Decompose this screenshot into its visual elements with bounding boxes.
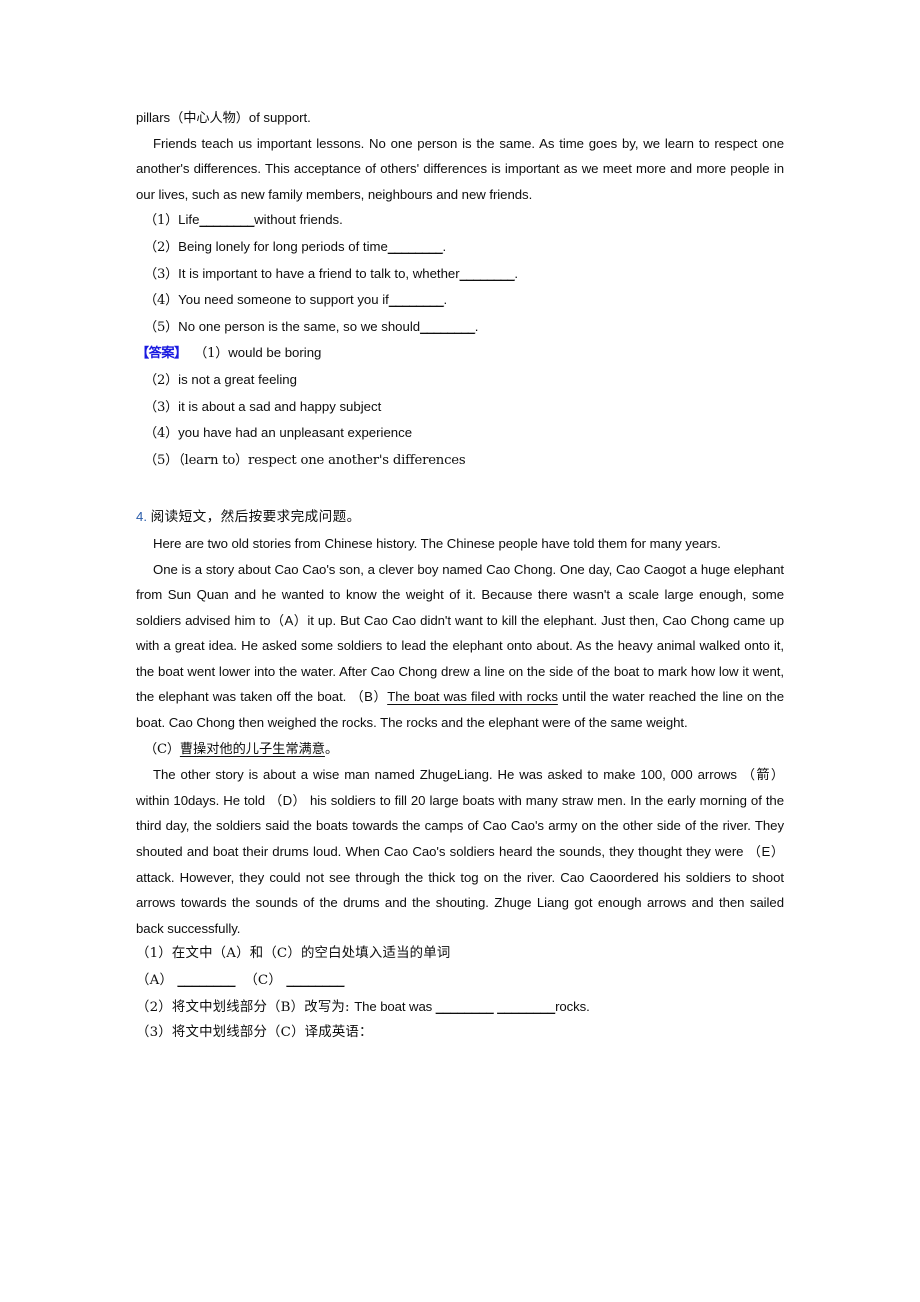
answers-top-block: 【答案】 （1）would be boring （2）is not a grea… [136, 340, 784, 473]
answer-blank[interactable]: ________ [389, 292, 444, 307]
answer-number: （3） [144, 399, 179, 415]
question-item: （2）Being lonely for long periods of time… [136, 234, 784, 261]
section-4-heading: 4. 阅读短文，然后按要求完成问题。 [136, 504, 784, 531]
underlined-sentence-b: The boat was filed with rocks [387, 689, 558, 705]
story-1-line-c: （C）曹操对他的儿子生常满意。 [136, 736, 784, 763]
question-text-pre: You need someone to support you if [178, 292, 389, 308]
answer-text: you have had an unpleasant experience [178, 425, 413, 441]
bottom-question-2-english: The boat was [354, 998, 436, 1014]
answer-label: 【答案】 [136, 346, 187, 362]
label-c: （C） [244, 973, 282, 988]
story-2-paragraph: The other story is about a wise man name… [136, 767, 784, 936]
question-item: （5）No one person is the same, so we shou… [136, 314, 784, 341]
answer-number: （5） [144, 452, 179, 468]
question-number: （1） [144, 213, 179, 229]
answer-text: （learn to）respect one another's differen… [178, 452, 466, 468]
answer-blank[interactable]: ________ [388, 239, 443, 254]
answer-number: （1） [194, 346, 229, 362]
period-mark: 。 [324, 741, 339, 757]
label-c: （C） [144, 741, 180, 757]
bottom-question-3: （3）将文中划线部分（C）译成英语： [136, 1025, 373, 1041]
story-1-text-part1: One is a story about Cao Cao's son, a cl… [136, 561, 784, 705]
bottom-question-2-tail: rocks. [555, 998, 590, 1014]
answer-blank[interactable]: ________ [199, 212, 254, 227]
question-item: （4）You need someone to support you if___… [136, 287, 784, 314]
answer-item: （4）you have had an unpleasant experience [136, 420, 784, 447]
questions-top-list: （1）Life________without friends. （2）Being… [136, 207, 784, 340]
answer-blank-1[interactable]: ________ [436, 999, 494, 1014]
answer-blank-2[interactable]: ________ [497, 999, 555, 1014]
answer-text: would be boring [228, 345, 322, 361]
question-item: （1）Life________without friends. [136, 207, 784, 234]
bottom-question-1: （1）在文中（A）和（C）的空白处填入适当的单词 [136, 946, 451, 962]
answer-blank-c[interactable]: ________ [286, 972, 344, 987]
bottom-question-2-pre: （2）将文中划线部分（B）改写为: [136, 999, 355, 1015]
question-text-post: . [474, 318, 479, 334]
bottom-question-2: （2）将文中划线部分（B）改写为: The boat was ________ … [136, 994, 784, 1021]
label-a: （A） [136, 973, 174, 988]
question-item: （3）It is important to have a friend to t… [136, 261, 784, 288]
answer-item: （5）（learn to）respect one another's diffe… [136, 447, 784, 474]
answer-item: （3）it is about a sad and happy subject [136, 394, 784, 421]
passage-top-paragraph: Friends teach us important lessons. No o… [136, 135, 784, 202]
question-text-pre: It is important to have a friend to talk… [178, 265, 460, 281]
answer-blank[interactable]: ________ [460, 266, 515, 281]
section-heading-text: 阅读短文，然后按要求完成问题。 [150, 509, 361, 526]
passage-top-line1: pillars（中心人物）of support. [136, 110, 311, 125]
question-number: （3） [144, 266, 179, 282]
answer-item: （2）is not a great feeling [136, 367, 784, 394]
question-text-post: . [443, 292, 448, 308]
question-text-post: without friends. [254, 212, 343, 228]
question-text-pre: Life [178, 212, 200, 228]
answer-text: is not a great feeling [178, 371, 297, 387]
document-page: pillars（中心人物）of support. Friends teach u… [136, 0, 784, 1302]
answer-number: （4） [144, 426, 179, 442]
story-1-paragraph: One is a story about Cao Cao's son, a cl… [136, 557, 784, 736]
question-number: （2） [144, 239, 179, 255]
question-number: （5） [144, 319, 179, 335]
question-text-pre: No one person is the same, so we should [178, 318, 421, 334]
answer-blank[interactable]: ________ [420, 319, 475, 334]
answer-first-line: 【答案】 （1）would be boring [136, 340, 784, 367]
questions-bottom-list: （1）在文中（A）和（C）的空白处填入适当的单词 （A） ________ （C… [136, 941, 784, 1045]
bottom-question-1-blanks: （A） ________ （C） ________ [136, 967, 784, 994]
question-number: （4） [144, 293, 179, 309]
answer-blank-a[interactable]: ________ [178, 972, 236, 987]
question-text-post: . [514, 265, 519, 281]
answer-text: it is about a sad and happy subject [178, 398, 382, 414]
section-number: 4. [136, 509, 147, 525]
question-text-pre: Being lonely for long periods of time [178, 238, 388, 254]
answer-number: （2） [144, 372, 179, 388]
question-text-post: . [442, 238, 447, 254]
section-4-intro: Here are two old stories from Chinese hi… [153, 535, 721, 551]
underlined-sentence-c: 曹操对他的儿子生常满意 [179, 741, 325, 757]
